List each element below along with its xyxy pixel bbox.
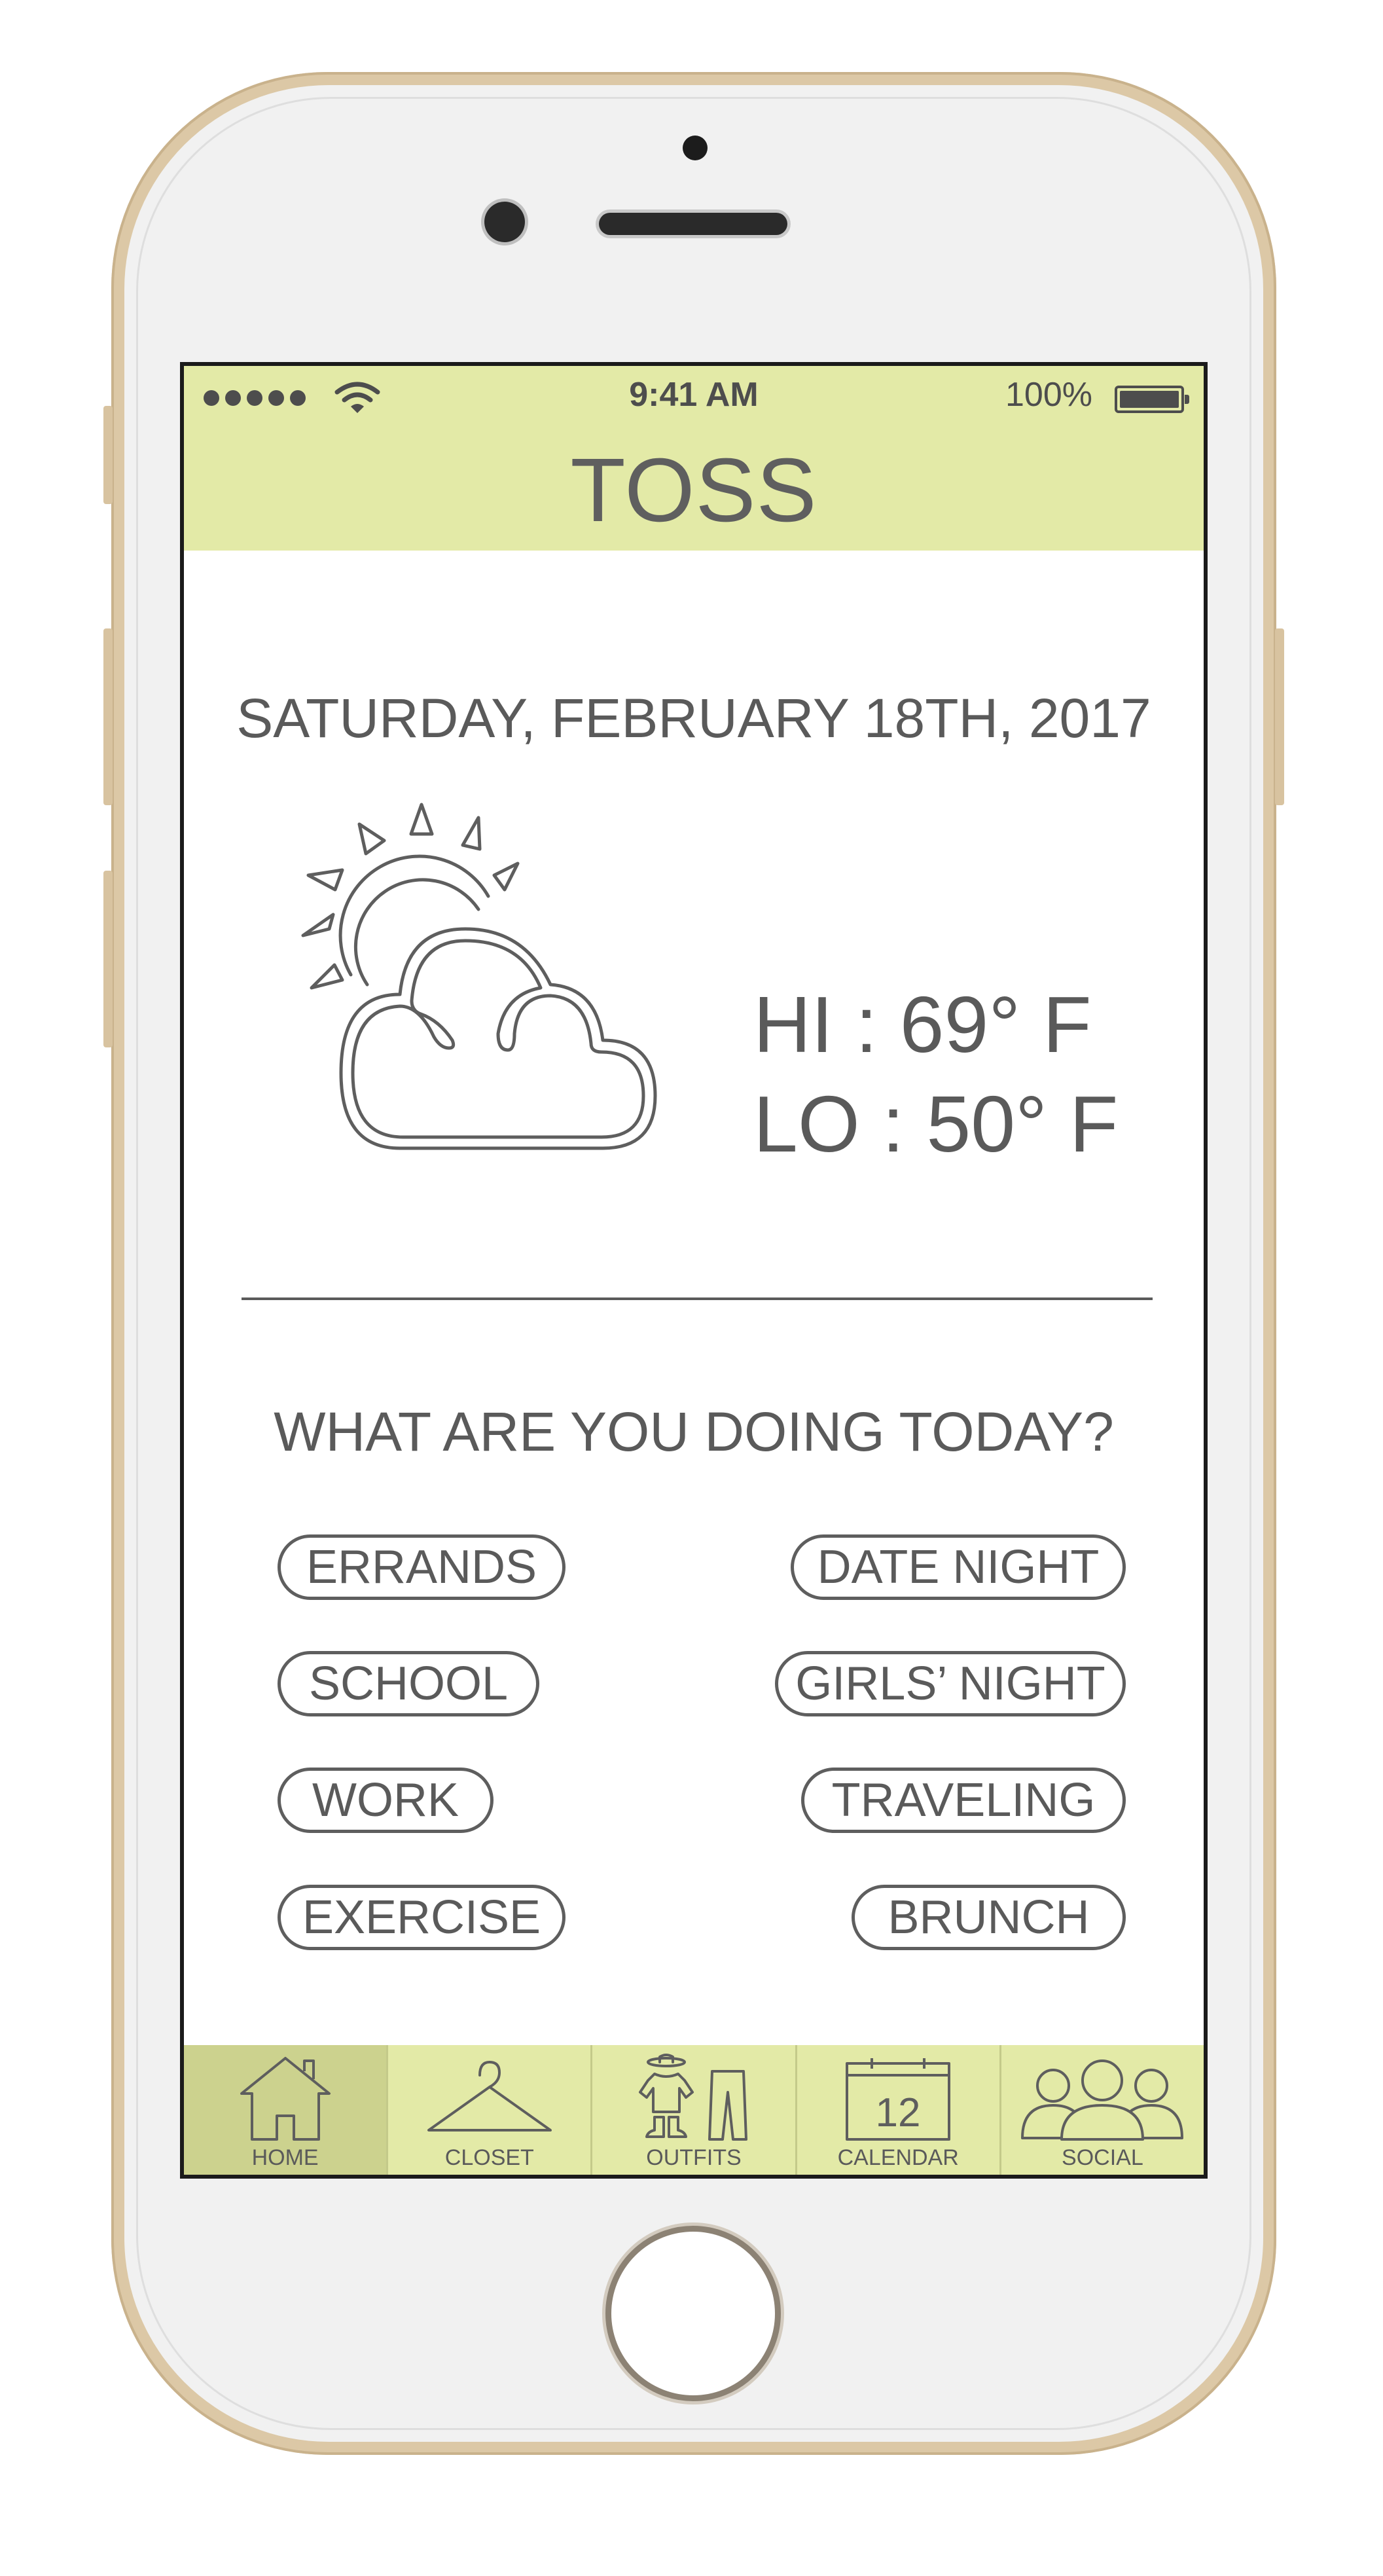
volume-down-button xyxy=(103,871,113,1047)
partly-cloudy-icon xyxy=(301,803,657,1150)
activity-work-button[interactable]: WORK xyxy=(278,1768,494,1833)
mute-switch xyxy=(103,406,113,504)
temp-high: HI : 69° F xyxy=(753,980,1092,1069)
tab-bar: HOME CLOSET OUTFITS 12 CALENDAR SOCIAL xyxy=(184,2045,1204,2175)
calendar-icon: 12 xyxy=(846,2058,951,2141)
people-icon xyxy=(1021,2059,1184,2141)
activity-errands-button[interactable]: ERRANDS xyxy=(278,1534,566,1600)
power-button xyxy=(1275,628,1284,805)
activity-traveling-button[interactable]: TRAVELING xyxy=(801,1768,1126,1833)
tab-closet-label: CLOSET xyxy=(444,2145,534,2170)
activity-school-button[interactable]: SCHOOL xyxy=(278,1651,539,1716)
house-icon xyxy=(240,2057,331,2141)
tab-outfits-label: OUTFITS xyxy=(646,2145,742,2170)
calendar-day: 12 xyxy=(876,2090,921,2135)
section-divider xyxy=(242,1297,1153,1300)
battery-percent: 100% xyxy=(1005,376,1092,414)
proximity-sensor xyxy=(683,136,708,160)
activity-exercise-button[interactable]: EXERCISE xyxy=(278,1885,566,1950)
earpiece-speaker xyxy=(599,213,787,235)
app-screen: 9:41 AM 100% TOSS SATURDAY, FEBRUARY 18T… xyxy=(180,362,1208,2179)
tab-calendar[interactable]: 12 CALENDAR xyxy=(795,2045,999,2175)
tab-home-label: HOME xyxy=(251,2145,319,2170)
hanger-icon xyxy=(427,2061,552,2132)
front-camera-icon xyxy=(484,202,525,242)
current-date: SATURDAY, FEBRUARY 18TH, 2017 xyxy=(236,687,1151,749)
home-button[interactable] xyxy=(605,2226,781,2401)
tab-home[interactable]: HOME xyxy=(184,2045,387,2175)
app-title: TOSS xyxy=(184,425,1204,551)
temperature-range: HI : 69° F LO : 50° F xyxy=(753,975,1118,1174)
volume-up-button xyxy=(103,628,113,805)
tab-social-label: SOCIAL xyxy=(1062,2145,1143,2170)
activity-girls-night-button[interactable]: GIRLS’ NIGHT xyxy=(775,1651,1126,1716)
clothes-icon xyxy=(639,2054,747,2141)
tab-calendar-label: CALENDAR xyxy=(837,2145,959,2170)
battery-icon xyxy=(1115,386,1189,413)
tab-outfits[interactable]: OUTFITS xyxy=(590,2045,795,2175)
status-bar: 9:41 AM 100% xyxy=(184,366,1204,425)
tab-social[interactable]: SOCIAL xyxy=(999,2045,1204,2175)
activity-date-night-button[interactable]: DATE NIGHT xyxy=(791,1534,1126,1600)
tab-closet[interactable]: CLOSET xyxy=(386,2045,590,2175)
activity-brunch-button[interactable]: BRUNCH xyxy=(852,1885,1126,1950)
activity-question: WHAT ARE YOU DOING TODAY? xyxy=(274,1401,1114,1462)
temp-low: LO : 50° F xyxy=(753,1079,1119,1169)
